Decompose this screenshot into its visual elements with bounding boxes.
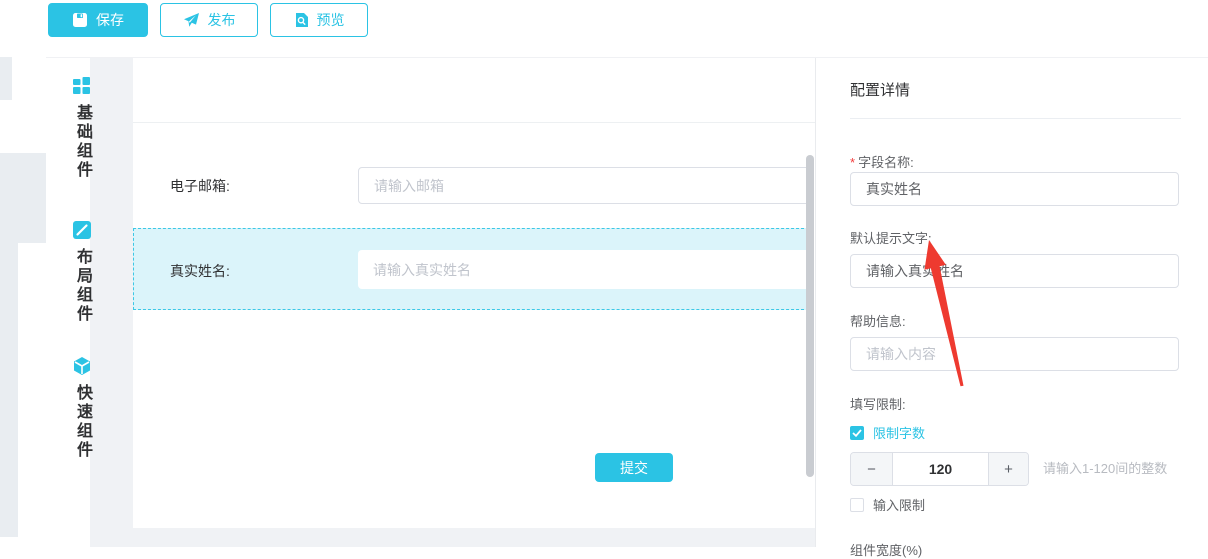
sidebar-item-label: 基础组件 (74, 104, 91, 180)
toolbar-divider (46, 57, 1208, 58)
sidebar-item-layout-components[interactable]: 布局组件 (64, 221, 100, 324)
component-width-label: 组件宽度(%) (850, 543, 923, 558)
publish-button[interactable]: 发布 (160, 3, 258, 37)
send-icon (183, 12, 200, 28)
preview-button-label: 预览 (316, 12, 345, 28)
save-icon (72, 12, 88, 28)
preview-button[interactable]: 预览 (270, 3, 368, 37)
form-header-divider (133, 122, 815, 123)
field-name-label: * 字段名称: (850, 155, 914, 170)
stepper-plus-button[interactable]: + (988, 453, 1028, 485)
save-button-label: 保存 (96, 12, 124, 28)
email-input[interactable] (358, 167, 810, 204)
config-panel-divider (850, 118, 1181, 119)
sidebar-item-label: 布局组件 (74, 248, 91, 324)
config-panel: 配置详情 *字段名称: 默认提示文字: 帮助信息: 填写限制: 限制字数 − 1… (815, 57, 1208, 558)
field-label: 真实姓名: (170, 263, 230, 279)
config-panel-title: 配置详情 (850, 82, 911, 99)
rail-active-item[interactable] (0, 100, 46, 153)
form-field-realname-selected[interactable]: 真实姓名: (133, 228, 814, 310)
sidebar-item-quick-components[interactable]: 快速组件 (64, 357, 100, 460)
limit-chars-row[interactable]: 限制字数 (850, 423, 925, 442)
input-limit-checkbox[interactable] (850, 497, 864, 512)
default-text-label: 默认提示文字: (850, 231, 932, 246)
realname-input[interactable] (358, 250, 810, 289)
sidebar-item-label: 快速组件 (74, 384, 91, 460)
field-name-input[interactable] (850, 172, 1179, 206)
cube-icon (73, 357, 91, 375)
canvas-scrollbar[interactable] (806, 155, 814, 477)
char-count-stepper: − 120 + (850, 452, 1029, 486)
limit-chars-checkbox[interactable] (850, 425, 864, 440)
left-rail-bottom (0, 243, 18, 537)
preview-icon (294, 12, 309, 28)
required-asterisk: * (850, 155, 856, 170)
left-rail-mid (0, 153, 46, 243)
input-limit-label[interactable]: 输入限制 (873, 495, 925, 514)
toolbar: 保存 发布 预览 (0, 0, 1208, 58)
fill-limit-label: 填写限制: (850, 397, 906, 412)
limit-chars-label[interactable]: 限制字数 (873, 423, 925, 442)
form-canvas: 电子邮箱: 真实姓名: 提交 (133, 58, 815, 528)
help-info-input[interactable] (850, 337, 1179, 371)
sidebar-item-basic-components[interactable]: 基础组件 (64, 77, 100, 180)
stepper-value[interactable]: 120 (893, 453, 988, 485)
stepper-minus-button[interactable]: − (851, 453, 893, 485)
default-text-input[interactable] (850, 254, 1179, 288)
publish-button-label: 发布 (207, 12, 236, 28)
input-limit-row[interactable]: 输入限制 (850, 495, 925, 514)
pen-icon (73, 221, 91, 239)
grid-icon (73, 77, 91, 95)
help-info-label: 帮助信息: (850, 314, 906, 329)
field-label: 电子邮箱: (170, 178, 230, 194)
submit-button[interactable]: 提交 (595, 453, 673, 482)
save-button[interactable]: 保存 (48, 3, 148, 37)
stepper-hint: 请输入1-120间的整数 (1043, 461, 1168, 476)
